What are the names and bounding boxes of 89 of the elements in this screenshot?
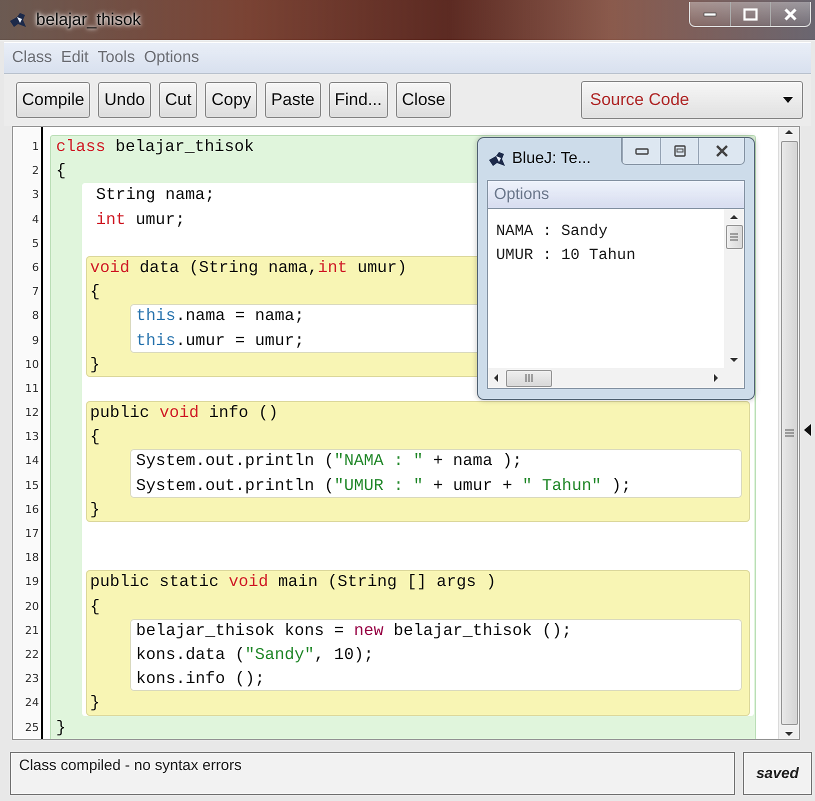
line-number: 21: [25, 622, 39, 639]
code-line: {: [90, 596, 100, 618]
code-line: }: [90, 354, 100, 376]
code-line: this.nama = nama;: [136, 305, 304, 328]
toolbar-button[interactable]: Close: [396, 82, 452, 118]
code-line: void data (String nama,int umur): [90, 256, 407, 279]
scroll-up-icon: [729, 213, 739, 221]
line-number: 18: [25, 550, 39, 566]
line-number: 17: [25, 526, 39, 542]
window-title: BlueJ: Te...: [512, 150, 591, 168]
output-line: NAMA : Sandy: [496, 221, 609, 241]
grip-icon: [730, 233, 738, 241]
view-dropdown[interactable]: Source Code: [581, 81, 803, 119]
toolbar-button[interactable]: Undo: [98, 82, 151, 118]
code-line: }: [90, 692, 100, 714]
code-line: kons.info ();: [136, 668, 265, 690]
line-number: 12: [25, 405, 39, 422]
menu-item[interactable]: Class: [12, 49, 52, 67]
code-line: String nama;: [96, 184, 215, 206]
menu-item[interactable]: Options: [494, 186, 550, 204]
menu-item[interactable]: Tools: [98, 49, 135, 67]
scroll-down-icon: [784, 729, 794, 739]
line-number: 11: [25, 380, 39, 397]
minimize-icon: [703, 12, 717, 16]
horizontal-scrollbar[interactable]: [488, 368, 724, 388]
code-line: System.out.println ("NAMA : " + nama );: [136, 450, 522, 472]
code-line: {: [56, 160, 66, 182]
line-number: 4: [32, 212, 39, 228]
line-number: 16: [25, 502, 39, 518]
toolbar-button[interactable]: Copy: [205, 82, 258, 118]
line-number: 20: [25, 598, 39, 615]
close-icon: [716, 145, 728, 157]
maximize-icon: [743, 8, 758, 20]
app-logo-icon: [487, 150, 507, 168]
line-number: 3: [32, 187, 39, 204]
output-line: UMUR : 10 Tahun: [496, 245, 637, 265]
status-message: Class compiled - no syntax errors: [10, 752, 735, 795]
maximize-button[interactable]: [730, 2, 770, 26]
line-number: 5: [32, 236, 39, 252]
line-number: 15: [25, 478, 39, 494]
vertical-scrollbar[interactable]: [724, 209, 744, 368]
triangle-icon: [804, 424, 812, 436]
line-number: 7: [32, 284, 39, 300]
line-number: 9: [32, 332, 39, 348]
line-number: 13: [25, 429, 39, 446]
toolbar-button[interactable]: Paste: [265, 82, 321, 118]
code-line: belajar_thisok kons = new belajar_thisok ();: [136, 620, 572, 642]
code-line: kons.data ("Sandy", 10);: [136, 644, 374, 666]
save-status: saved: [743, 752, 812, 795]
code-line: class belajar_thisok: [56, 136, 254, 158]
menu-item[interactable]: Edit: [61, 49, 89, 67]
window-title: belajar_thisok: [36, 10, 141, 30]
code-line: {: [90, 281, 100, 304]
grip-icon: [784, 429, 794, 437]
toolbar-button[interactable]: Compile: [16, 82, 90, 118]
menu-item[interactable]: Options: [144, 49, 200, 67]
close-button[interactable]: [770, 2, 810, 26]
line-number: 19: [25, 574, 39, 590]
line-number: 8: [32, 308, 39, 324]
vertical-scrollbar[interactable]: [778, 127, 799, 739]
code-line: public void info (): [90, 402, 278, 424]
line-number: 2: [32, 163, 39, 180]
close-icon: [784, 8, 797, 20]
caret-icon: [782, 96, 794, 104]
code-line: this.umur = umur;: [136, 330, 304, 352]
grip-icon: [525, 374, 533, 382]
code-line: public static void main (String [] args ): [90, 571, 496, 594]
code-line: System.out.println ("UMUR : " + umur + " Tahun" );: [136, 474, 632, 497]
line-number: 25: [25, 720, 39, 736]
minimize-icon: [634, 148, 648, 154]
line-number: 24: [25, 695, 39, 712]
scroll-left-icon: [492, 373, 500, 383]
line-number: 23: [25, 671, 39, 688]
app-logo-icon: [8, 11, 28, 29]
line-number: 6: [32, 260, 39, 276]
maximize-icon: [674, 145, 686, 157]
code-line: }: [90, 498, 100, 521]
line-number: 10: [25, 356, 39, 373]
code-line: int umur;: [96, 208, 186, 231]
scroll-down-icon: [729, 356, 739, 364]
code-line: }: [56, 716, 66, 738]
toolbar-button[interactable]: Find...: [328, 82, 388, 118]
toolbar-button[interactable]: Cut: [159, 82, 198, 118]
scroll-right-icon: [712, 373, 720, 383]
minimize-button[interactable]: [690, 2, 730, 26]
line-number: 1: [32, 139, 39, 155]
line-number: 14: [25, 453, 39, 470]
code-line: {: [90, 426, 100, 448]
line-number: 22: [25, 646, 39, 663]
